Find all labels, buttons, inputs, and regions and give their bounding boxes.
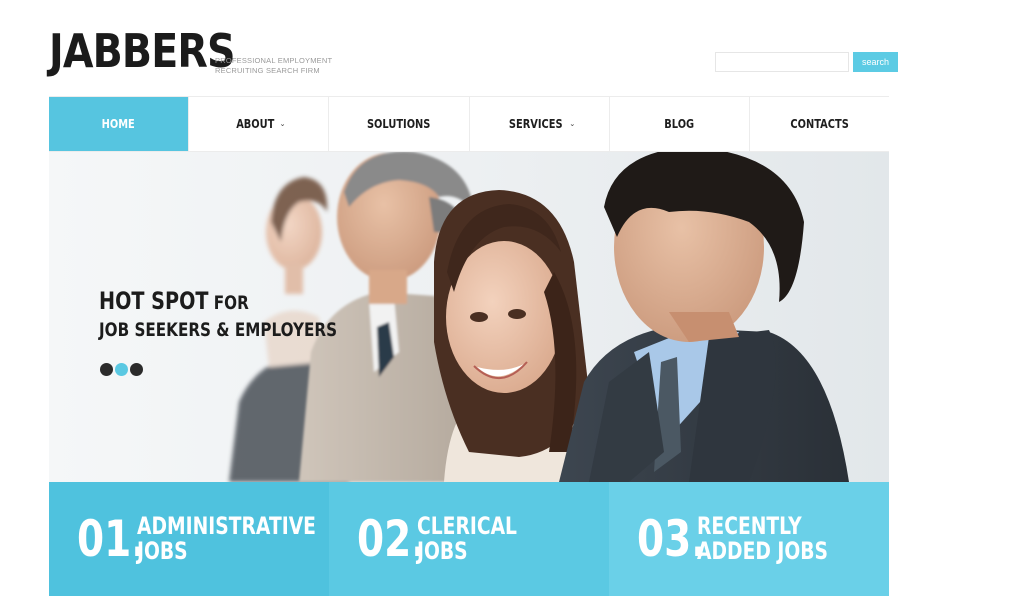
feature-number: 03. (637, 510, 707, 568)
nav-item-contacts[interactable]: CONTACTS (748, 97, 889, 151)
nav-item-label: BLOG (664, 117, 695, 131)
nav-item-label: SERVICES (508, 117, 563, 131)
feature-label: RECENTLY ADDED JOBS (697, 514, 828, 564)
nav-item-about[interactable]: ABOUT ⌄ (188, 97, 328, 151)
hero-headline: HOT SPOT FOR JOB SEEKERS & EMPLOYERS (99, 288, 337, 343)
nav-item-solutions[interactable]: SOLUTIONS (328, 97, 468, 151)
nav-item-services[interactable]: SERVICES ⌄ (468, 97, 609, 151)
feature-label-line-2: ADDED JOBS (697, 537, 829, 565)
slider-pagination (100, 363, 143, 376)
slider-dot-2[interactable] (115, 363, 128, 376)
nav-item-home[interactable]: HOME (49, 97, 189, 151)
feature-clerical-jobs[interactable]: 02. CLERICAL JOBS (329, 482, 609, 596)
feature-label-line-2: JOBS (417, 537, 468, 565)
hero-title-main: HOT SPOT (99, 287, 209, 315)
nav-item-label: SOLUTIONS (367, 117, 431, 131)
chevron-down-icon: ⌄ (279, 120, 286, 128)
main-nav: HOME ABOUT ⌄ SOLUTIONS SERVICES ⌄ BLOG C… (49, 96, 889, 152)
tagline-line-2: RECRUITING SEARCH FIRM (215, 66, 320, 75)
feature-label: ADMINISTRATIVE JOBS (137, 514, 316, 564)
search-button[interactable]: search (853, 52, 898, 72)
feature-label-line-2: JOBS (137, 537, 188, 565)
slider-dot-3[interactable] (130, 363, 143, 376)
chevron-down-icon: ⌄ (569, 120, 576, 128)
hero-subtitle: JOB SEEKERS & EMPLOYERS (99, 319, 338, 341)
feature-number: 02. (357, 510, 427, 568)
feature-administrative-jobs[interactable]: 01. ADMINISTRATIVE JOBS (49, 482, 329, 596)
nav-item-label: ABOUT (236, 117, 275, 131)
tagline: PROFESSIONAL EMPLOYMENT RECRUITING SEARC… (215, 56, 332, 76)
hero-slider: HOT SPOT FOR JOB SEEKERS & EMPLOYERS (49, 152, 889, 482)
slider-dot-1[interactable] (100, 363, 113, 376)
feature-recently-added-jobs[interactable]: 03. RECENTLY ADDED JOBS (609, 482, 889, 596)
hero-title-suffix: FOR (208, 292, 249, 314)
nav-item-blog[interactable]: BLOG (608, 97, 749, 151)
logo[interactable]: JABBERS (49, 28, 235, 74)
feature-label-line-1: CLERICAL (417, 512, 517, 540)
page: JABBERS PROFESSIONAL EMPLOYMENT RECRUITI… (49, 0, 898, 596)
feature-label: CLERICAL JOBS (417, 514, 517, 564)
nav-item-label: HOME (102, 117, 136, 131)
tagline-line-1: PROFESSIONAL EMPLOYMENT (215, 56, 333, 65)
search-form: search (715, 52, 898, 72)
feature-blocks: 01. ADMINISTRATIVE JOBS 02. CLERICAL JOB… (49, 482, 889, 596)
nav-item-label: CONTACTS (790, 117, 849, 131)
feature-label-line-1: RECENTLY (697, 512, 802, 540)
feature-label-line-1: ADMINISTRATIVE (137, 512, 316, 540)
search-input[interactable] (715, 52, 849, 72)
feature-number: 01. (77, 510, 147, 568)
